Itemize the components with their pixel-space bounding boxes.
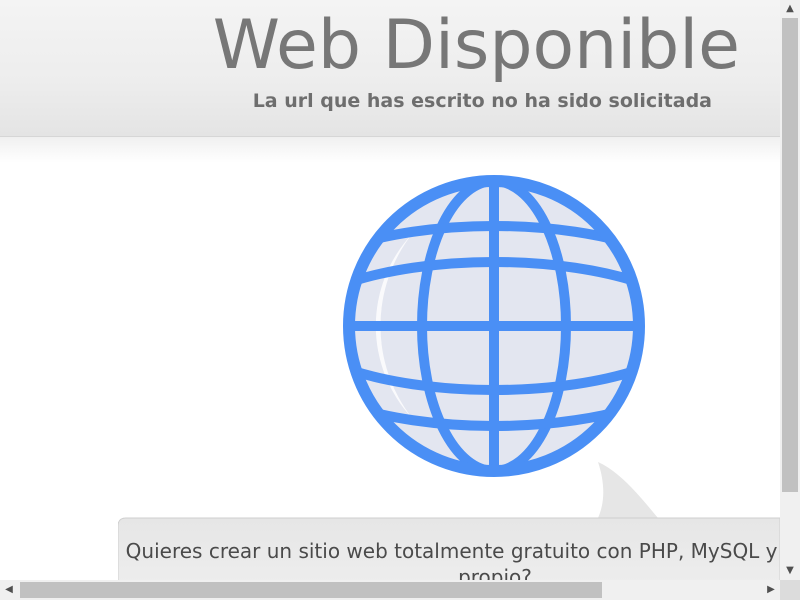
- site-title: Web Disponible: [212, 6, 740, 85]
- site-subtitle: La url que has escrito no ha sido solici…: [252, 90, 712, 112]
- page-header: Web Disponible La url que has escrito no…: [0, 0, 780, 137]
- promo-message: Quieres crear un sitio web totalmente gr…: [125, 539, 780, 580]
- header-shadow: [0, 137, 780, 163]
- horizontal-scrollbar[interactable]: ◀ ▶: [0, 580, 780, 600]
- page-viewport: Web Disponible La url que has escrito no…: [0, 0, 780, 580]
- vertical-scroll-thumb[interactable]: [782, 18, 798, 492]
- speech-bubble-tail: [598, 462, 658, 518]
- scroll-down-arrow-icon[interactable]: ▼: [780, 562, 800, 580]
- vertical-scrollbar[interactable]: ▲ ▼: [780, 0, 800, 580]
- scroll-left-arrow-icon[interactable]: ◀: [0, 580, 18, 600]
- horizontal-scroll-thumb[interactable]: [20, 582, 602, 598]
- scroll-up-arrow-icon[interactable]: ▲: [780, 0, 800, 18]
- globe-icon: [343, 175, 645, 477]
- scroll-right-arrow-icon[interactable]: ▶: [762, 580, 780, 600]
- scrollbar-corner: [780, 580, 800, 600]
